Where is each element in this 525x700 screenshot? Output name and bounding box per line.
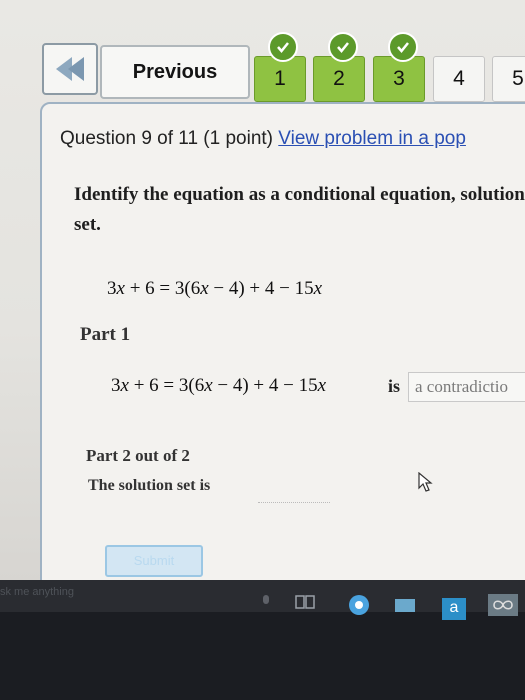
checkmark-icon	[268, 32, 298, 62]
store-icon[interactable]: a	[442, 598, 466, 620]
infinity-app-icon[interactable]	[488, 594, 518, 616]
equation-term: + 6 = 3(6	[124, 278, 201, 299]
part2-label: Part 2 out of 2	[86, 446, 190, 465]
equation-variable: x	[116, 278, 125, 299]
question-nav-3[interactable]: 3	[373, 56, 425, 102]
question-nav-2[interactable]: 2	[313, 56, 365, 102]
equation-term: − 4) + 4 − 15	[212, 375, 318, 396]
view-problem-link[interactable]: View problem in a pop	[278, 128, 466, 149]
question-counter: Question 9 of 11 (1 point)	[60, 128, 273, 149]
part1-label: Part 1	[80, 324, 131, 345]
is-label: is	[388, 376, 401, 396]
back-arrow-button[interactable]	[42, 43, 98, 95]
equation-variable: x	[317, 375, 327, 396]
mouse-cursor-icon	[418, 472, 433, 492]
equation-display: 3x + 6 = 3(6x − 4) + 4 − 15x	[107, 278, 322, 300]
question-number: 5	[512, 67, 524, 90]
question-nav-5[interactable]: 5	[492, 56, 525, 102]
equation-variable: x	[313, 278, 323, 299]
microphone-icon[interactable]	[260, 594, 272, 608]
double-left-arrow-icon	[56, 57, 84, 81]
question-number: 1	[274, 67, 286, 90]
equation-term: − 4) + 4 − 15	[208, 278, 314, 299]
question-prompt: Identify the equation as a conditional e…	[74, 184, 525, 235]
question-number: 4	[453, 67, 465, 90]
part1-equation: 3x + 6 = 3(6x − 4) + 4 − 15x	[111, 375, 326, 397]
task-view-icon[interactable]	[294, 594, 318, 610]
checkmark-icon	[328, 32, 358, 62]
equation-term: 3	[111, 375, 121, 396]
part1-answer-dropdown[interactable]: a contradictio	[408, 372, 525, 402]
solution-set-input[interactable]	[258, 480, 330, 503]
previous-button[interactable]: Previous	[100, 45, 250, 99]
browser-screen: Previous 1 2 3 4 5 Question 9 of 11 (1 p…	[0, 0, 525, 600]
question-number: 3	[393, 67, 405, 90]
equation-variable: x	[200, 278, 209, 299]
question-number: 2	[333, 67, 345, 90]
question-nav-1[interactable]: 1	[254, 56, 306, 102]
folder-icon[interactable]	[394, 594, 416, 614]
question-header: Question 9 of 11 (1 point) View problem …	[60, 128, 466, 150]
question-nav-4[interactable]: 4	[433, 56, 485, 102]
solution-set-label: The solution set is	[88, 477, 211, 494]
equation-variable: x	[120, 375, 129, 396]
equation-term: 3	[107, 278, 117, 299]
question-panel	[40, 102, 525, 600]
search-box[interactable]: sk me anything	[0, 586, 74, 598]
submit-button[interactable]: Submit	[105, 545, 203, 577]
equation-term: + 6 = 3(6	[128, 375, 205, 396]
equation-variable: x	[204, 375, 213, 396]
checkmark-icon	[388, 32, 418, 62]
chrome-icon[interactable]	[348, 594, 370, 616]
